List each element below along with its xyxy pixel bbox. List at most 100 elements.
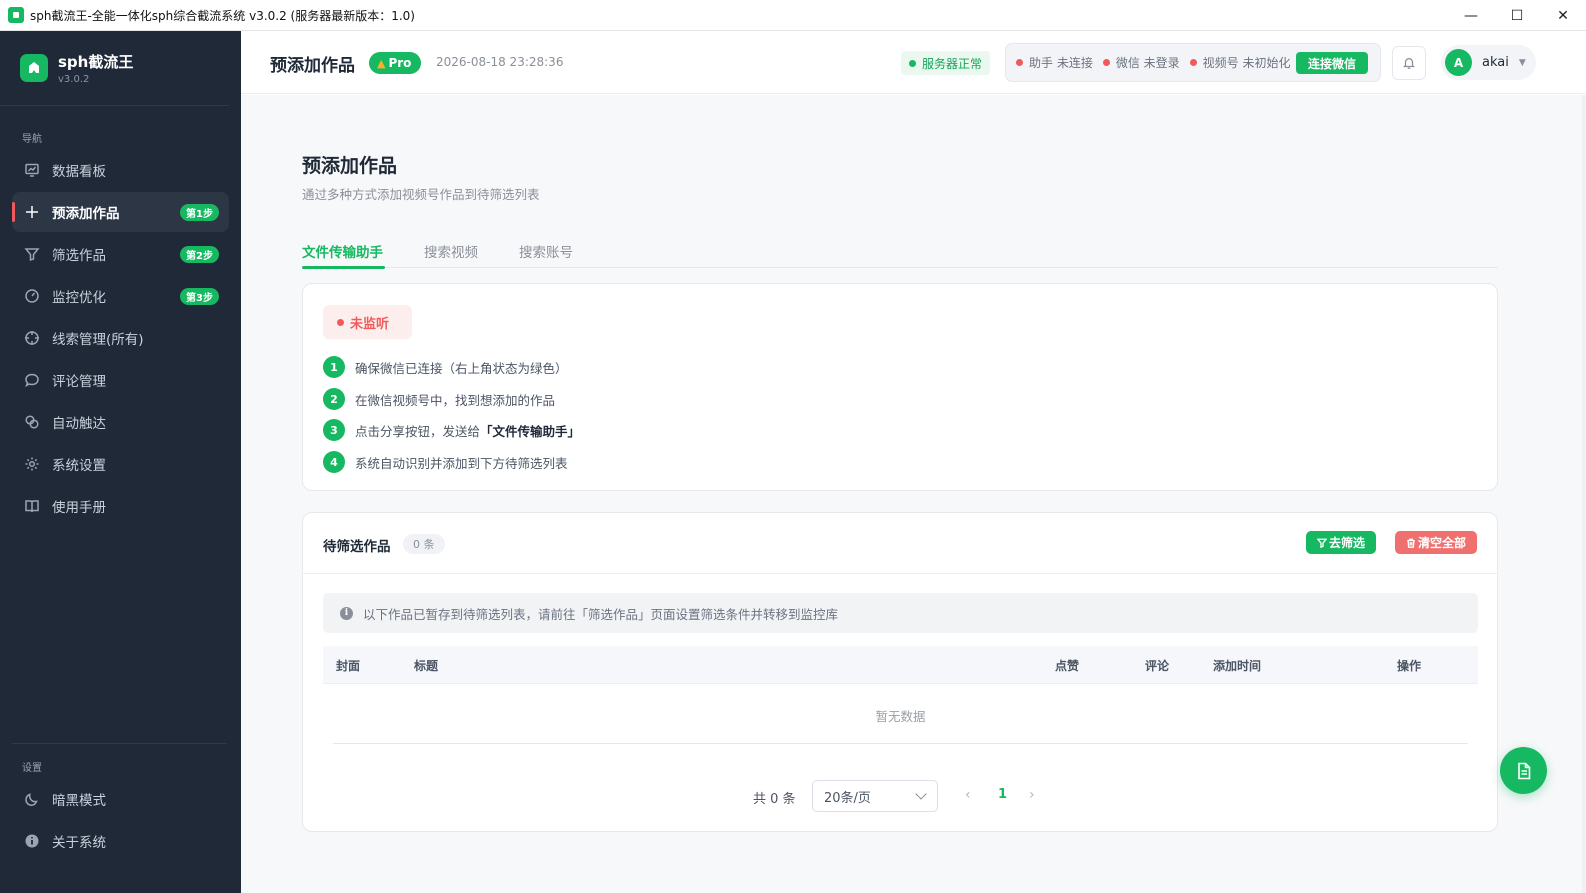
brand-version: v3.0.2 — [58, 74, 90, 85]
step-text: 点击分享按钮，发送给 — [355, 423, 481, 439]
tab-label: 搜索账号 — [519, 245, 573, 261]
column-header[interactable]: 封面 — [336, 657, 360, 674]
sidebar-item-label: 自动触达 — [52, 416, 106, 432]
link-icon — [24, 414, 40, 430]
document-icon — [1517, 762, 1530, 779]
go-filter-label: 去筛选 — [1329, 536, 1366, 550]
brand: sph截流王 v3.0.2 — [0, 31, 229, 106]
pagination-total: 共 0 条 — [753, 792, 796, 807]
source-tabs: 文件传输助手 搜索视频 搜索账号 — [302, 235, 1498, 269]
clear-all-label: 清空全部 — [1418, 536, 1467, 550]
sidebar-item-pre-add[interactable]: 预添加作品 第1步 — [12, 192, 229, 232]
scrollbar[interactable] — [1582, 95, 1586, 893]
plus-icon — [24, 204, 40, 220]
page-header: 预添加作品 ▲ Pro 2026-08-18 23:28:36 服务器正常 助手… — [241, 31, 1586, 94]
filter-icon — [24, 246, 40, 262]
sidebar-item-leads[interactable]: 线索管理(所有) — [12, 318, 229, 358]
step-number: 2 — [323, 388, 345, 410]
clear-all-button[interactable]: 清空全部 — [1395, 531, 1478, 554]
page-title: 预添加作品 — [270, 56, 355, 76]
avatar: A — [1445, 49, 1472, 76]
listen-status-badge: 未监听 — [323, 305, 412, 339]
server-status-text: 服务器正常 — [922, 56, 983, 71]
connection-status-panel: 助手 未连接 微信 未登录 视频号 未初始化 连接微信 — [1005, 43, 1381, 82]
sidebar-item-auto-reach[interactable]: 自动触达 — [12, 402, 229, 442]
sidebar-item-settings[interactable]: 系统设置 — [12, 444, 229, 484]
brand-name: sph截流王 — [58, 53, 134, 71]
connect-wechat-button[interactable]: 连接微信 — [1295, 52, 1368, 74]
window-titlebar: sph截流王-全能一体化sph综合截流系统 v3.0.2 (服务器最新版本：1.… — [0, 0, 1586, 31]
step-badge: 第1步 — [180, 204, 219, 221]
next-page-button[interactable]: › — [1029, 787, 1035, 803]
sidebar-item-monitor[interactable]: 监控优化 第3步 — [12, 276, 229, 316]
page-size-value: 20条/页 — [824, 790, 871, 806]
app-icon — [8, 7, 24, 23]
info-icon — [24, 833, 40, 849]
instruction-step: 3 点击分享按钮，发送给 「文件传输助手」 — [323, 419, 580, 441]
sidebar-item-label: 关于系统 — [52, 835, 106, 851]
tab-search-account[interactable]: 搜索账号 — [519, 241, 573, 261]
step-number: 1 — [323, 356, 345, 378]
document-fab-button[interactable] — [1500, 747, 1547, 794]
sidebar-item-filter[interactable]: 筛选作品 第2步 — [12, 234, 229, 274]
column-header[interactable]: 标题 — [414, 657, 438, 674]
maximize-button[interactable]: ☐ — [1494, 0, 1540, 31]
instruction-step: 4 系统自动识别并添加到下方待筛选列表 — [323, 451, 568, 473]
sidebar-item-label: 暗黑模式 — [52, 793, 106, 809]
active-tab-indicator — [302, 266, 385, 269]
trash-icon — [1407, 538, 1415, 548]
prev-page-button[interactable]: ‹ — [965, 787, 971, 803]
pro-badge: ▲ Pro — [369, 52, 422, 74]
status-dot-icon — [1189, 59, 1197, 66]
empty-text: 暂无数据 — [875, 709, 926, 724]
sidebar-item-label: 预添加作品 — [52, 206, 120, 222]
user-name: akai — [1482, 55, 1509, 70]
sidebar-divider — [12, 743, 227, 744]
table-header: 封面 标题 点赞 评论 添加时间 操作 — [323, 646, 1478, 684]
column-header[interactable]: 操作 — [1397, 657, 1421, 674]
step-number: 4 — [323, 451, 345, 473]
pending-works-card: 待筛选作品 0 条 去筛选 清空全部 i 以下作品已暂存到待筛选列表，请前往「筛… — [302, 512, 1498, 832]
gear-icon — [24, 456, 40, 472]
column-header[interactable]: 评论 — [1145, 657, 1169, 674]
go-filter-button[interactable]: 去筛选 — [1306, 531, 1377, 554]
user-menu[interactable]: A akai ▼ — [1441, 45, 1536, 80]
main-content: 预添加作品 通过多种方式添加视频号作品到待筛选列表 文件传输助手 搜索视频 搜索… — [241, 95, 1586, 893]
page-number[interactable]: 1 — [998, 787, 1007, 802]
caret-down-icon: ▼ — [1518, 57, 1526, 68]
sidebar-item-manual[interactable]: 使用手册 — [12, 486, 229, 526]
step-badge: 第3步 — [180, 288, 219, 305]
minimize-button[interactable]: — — [1448, 0, 1494, 31]
page-size-select[interactable]: 20条/页 — [812, 780, 938, 812]
close-button[interactable]: ✕ — [1540, 0, 1586, 31]
tab-search-video[interactable]: 搜索视频 — [424, 241, 478, 261]
sidebar-item-about[interactable]: 关于系统 — [12, 821, 229, 861]
info-alert: i 以下作品已暂存到待筛选列表，请前往「筛选作品」页面设置筛选条件并转移到监控库 — [323, 593, 1478, 633]
info-icon: i — [340, 606, 353, 620]
notification-button[interactable] — [1392, 46, 1426, 80]
filter-icon — [1317, 538, 1327, 548]
sidebar-item-label: 线索管理(所有) — [52, 332, 144, 348]
channels-status: 视频号 未初始化 — [1189, 54, 1290, 71]
divider — [333, 743, 1468, 744]
window-title: sph截流王-全能一体化sph综合截流系统 v3.0.2 (服务器最新版本：1.… — [30, 8, 415, 23]
assistant-status: 助手 未连接 — [1016, 54, 1093, 71]
tab-file-transfer[interactable]: 文件传输助手 — [302, 241, 383, 261]
sidebar-item-dark-mode[interactable]: 暗黑模式 — [12, 779, 229, 819]
section-description: 通过多种方式添加视频号作品到待筛选列表 — [302, 187, 540, 202]
pending-card-header: 待筛选作品 0 条 去筛选 清空全部 — [303, 513, 1497, 574]
column-header[interactable]: 添加时间 — [1213, 657, 1261, 674]
step-badge: 第2步 — [180, 246, 219, 263]
chevron-down-icon — [915, 788, 927, 800]
pro-label: Pro — [388, 56, 412, 70]
assistant-status-text: 助手 未连接 — [1029, 56, 1093, 70]
gauge-icon — [24, 288, 40, 304]
current-datetime: 2026-08-18 23:28:36 — [436, 55, 564, 69]
wechat-status: 微信 未登录 — [1102, 54, 1180, 71]
column-header[interactable]: 点赞 — [1055, 657, 1079, 674]
logo-icon — [20, 54, 48, 82]
sidebar-settings-section: 设置 暗黑模式 关于系统 — [0, 759, 241, 863]
book-icon — [24, 498, 40, 514]
sidebar-item-comments[interactable]: 评论管理 — [12, 360, 229, 400]
sidebar-item-dashboard[interactable]: 数据看板 — [12, 150, 229, 190]
